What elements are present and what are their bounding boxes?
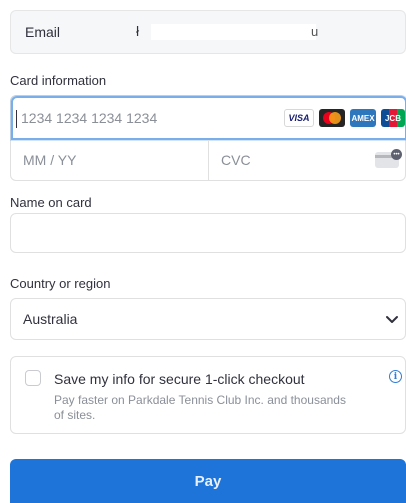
cvc-card-icon: ••• — [375, 149, 402, 168]
name-on-card-input[interactable] — [23, 225, 383, 241]
card-number-input[interactable] — [21, 110, 261, 126]
mastercard-icon — [319, 109, 345, 127]
checkout-form: Email ł u Card information VISA AMEX JCB — [0, 0, 406, 503]
email-label: Email — [25, 24, 61, 40]
expiry-field[interactable] — [11, 140, 208, 180]
amex-icon: AMEX — [350, 109, 376, 127]
pay-button[interactable]: Pay — [10, 459, 406, 503]
country-label: Country or region — [10, 276, 111, 291]
save-info-box: Save my info for secure 1-click checkout… — [10, 356, 406, 434]
email-field[interactable]: Email ł u — [10, 10, 406, 54]
country-select[interactable]: Australia — [10, 298, 406, 340]
card-expiry-cvc-row: ••• — [11, 140, 405, 180]
card-info-group: VISA AMEX JCB ••• — [10, 95, 406, 181]
email-value-end: u — [311, 24, 319, 39]
name-on-card-label: Name on card — [10, 195, 92, 210]
info-icon[interactable]: i — [389, 370, 402, 383]
cvc-input[interactable] — [221, 152, 361, 168]
name-on-card-field[interactable] — [10, 213, 406, 253]
save-info-title: Save my info for secure 1-click checkout — [54, 371, 305, 387]
country-selected-value: Australia — [23, 311, 78, 327]
jcb-icon: JCB — [381, 109, 405, 127]
text-caret — [16, 110, 17, 128]
email-value: ł — [136, 23, 140, 39]
visa-icon: VISA — [284, 109, 314, 127]
save-info-description: Pay faster on Parkdale Tennis Club Inc. … — [54, 393, 346, 422]
save-info-checkbox[interactable] — [25, 370, 41, 386]
email-redaction — [151, 24, 316, 40]
card-brands: VISA AMEX JCB — [284, 109, 405, 127]
chevron-down-icon — [386, 316, 398, 323]
card-info-label: Card information — [10, 73, 107, 88]
card-number-field[interactable]: VISA AMEX JCB — [11, 96, 406, 140]
expiry-input[interactable] — [23, 152, 163, 168]
cvc-field[interactable]: ••• — [208, 140, 405, 180]
